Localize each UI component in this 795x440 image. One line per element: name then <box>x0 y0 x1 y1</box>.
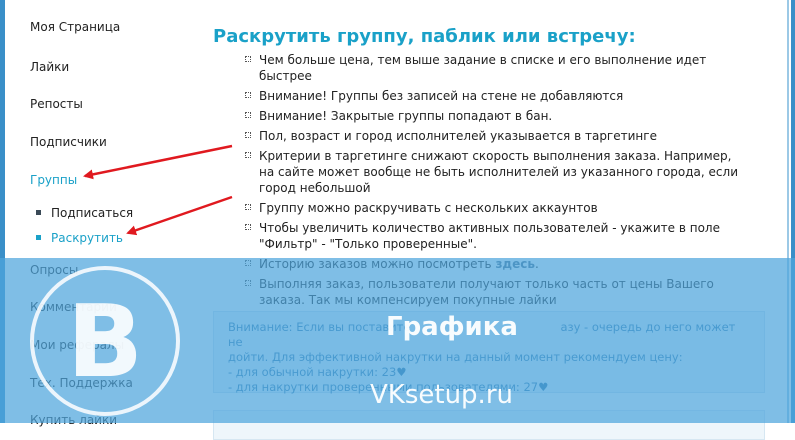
list-item: Выполняя заказ, пользователи получают то… <box>245 276 750 308</box>
watermark-title: Графика <box>386 312 518 342</box>
sidebar-item-my-page[interactable]: Моя Страница <box>30 20 120 34</box>
bullet-box-icon <box>245 224 251 230</box>
list-item: Чтобы увеличить количество активных поль… <box>245 220 750 252</box>
order-history-link[interactable]: здесь <box>495 257 535 271</box>
bullet-box-icon <box>245 132 251 138</box>
bullet-box-icon <box>245 260 251 266</box>
list-item: Внимание! Закрытые группы попадают в бан… <box>245 108 750 124</box>
bullet-box-icon <box>245 92 251 98</box>
list-item: Критерии в таргетинге снижают скорость в… <box>245 148 750 196</box>
bullet-box-icon <box>245 56 251 62</box>
sidebar-subitem-label: Раскрутить <box>51 231 124 245</box>
sidebar-item-groups[interactable]: Группы <box>30 173 77 187</box>
notice-line: дойти. Для эффективной накрутки на данны… <box>228 350 683 364</box>
scrollbar-track[interactable] <box>787 0 789 423</box>
bullet-square-icon <box>36 235 41 240</box>
sidebar-subitem-label: Подписаться <box>51 206 134 220</box>
list-item: Пол, возраст и город исполнителей указыв… <box>245 128 750 144</box>
bullet-box-icon <box>245 204 251 210</box>
sidebar-item-subscribers[interactable]: Подписчики <box>30 135 107 149</box>
sidebar-item-reposts[interactable]: Репосты <box>30 97 83 111</box>
list-item: Внимание! Группы без записей на стене не… <box>245 88 750 104</box>
heart-icon: ♥ <box>538 380 549 394</box>
watermark-site: VKsetup.ru <box>370 380 513 410</box>
page-title: Раскрутить группу, паблик или встречу: <box>213 26 636 48</box>
window-frame-right <box>791 0 795 423</box>
bullet-box-icon <box>245 152 251 158</box>
sidebar-item-likes[interactable]: Лайки <box>30 60 69 74</box>
list-item: Чем больше цена, тем выше задание в спис… <box>245 52 750 84</box>
sidebar-subitem-promote[interactable]: Раскрутить <box>36 231 123 245</box>
red-arrow-groups <box>83 144 233 180</box>
heart-icon: ♥ <box>396 365 407 379</box>
bullet-box-icon <box>245 280 251 286</box>
tips-list: Чем больше цена, тем выше задание в спис… <box>245 52 750 312</box>
order-form-panel <box>213 410 765 440</box>
notice-line: - для обычной накрутки: 23♥ <box>228 365 407 379</box>
list-item: Историю заказов можно посмотреть здесь. <box>245 256 750 272</box>
sidebar-subitem-subscribe[interactable]: Подписаться <box>36 206 133 220</box>
list-item: Группу можно раскручивать с нескольких а… <box>245 200 750 216</box>
vk-logo: B <box>30 266 180 416</box>
red-arrow-promote <box>126 195 233 236</box>
window-frame-left <box>0 0 5 423</box>
bullet-square-icon <box>36 210 41 215</box>
bullet-box-icon <box>245 112 251 118</box>
